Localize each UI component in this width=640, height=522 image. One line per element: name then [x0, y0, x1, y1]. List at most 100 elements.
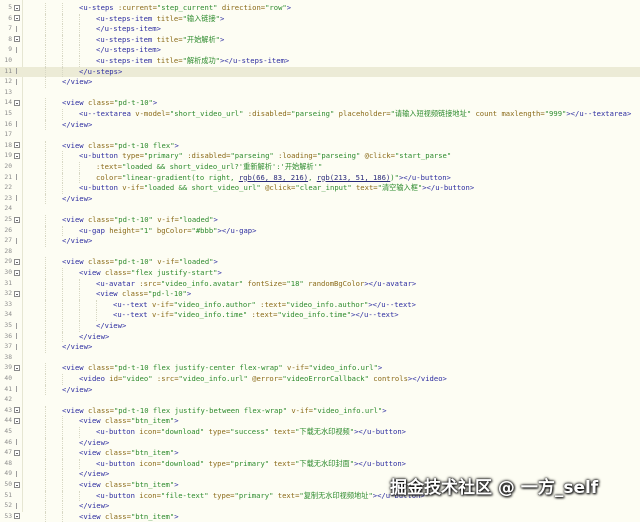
- code-line[interactable]: 46 </view>: [0, 437, 640, 449]
- fold-toggle-icon[interactable]: [14, 142, 20, 149]
- code-line[interactable]: 30 <view class="flex justify-start">: [0, 268, 640, 279]
- code-token: "success": [230, 427, 274, 436]
- code-token: <u-steps-item: [96, 34, 157, 44]
- indent-guide: [45, 289, 46, 300]
- code-line[interactable]: 41 </view>: [0, 384, 640, 396]
- code-line[interactable]: 38: [0, 353, 640, 364]
- code-line[interactable]: 9 </u-steps-item>: [0, 45, 640, 56]
- code-line[interactable]: 45 <u-button icon="download" type="succes…: [0, 427, 640, 438]
- code-token: </view>: [79, 437, 110, 447]
- code-line[interactable]: 18 <view class="pd-t-10 flex">: [0, 140, 640, 152]
- code-line[interactable]: 21 color="linear-gradient(to right, rgb(6…: [0, 172, 640, 184]
- fold-toggle-icon[interactable]: [14, 290, 20, 297]
- code-token: </view>: [62, 119, 93, 129]
- indent-guide: [79, 13, 80, 25]
- line-number: 6: [8, 14, 12, 22]
- line-number: 31: [4, 279, 12, 287]
- indent-guide: [45, 458, 46, 470]
- code-token: >: [152, 98, 158, 108]
- code-line[interactable]: 36 </view>: [0, 331, 640, 343]
- fold-toggle-icon[interactable]: [14, 513, 20, 520]
- code-token: class=: [87, 405, 114, 415]
- indent-guide: [79, 427, 80, 438]
- code-line[interactable]: 13: [0, 88, 640, 99]
- fold-toggle-icon[interactable]: [14, 481, 20, 488]
- fold-end-marker-icon: [14, 502, 20, 509]
- indent-guide: [96, 310, 97, 321]
- code-line[interactable]: 44 <view class="btn_item">: [0, 416, 640, 427]
- indent-guide: [79, 162, 80, 173]
- fold-toggle-icon[interactable]: [14, 152, 20, 159]
- fold-toggle-icon[interactable]: [14, 15, 20, 22]
- indent-guide: [79, 278, 80, 290]
- code-line[interactable]: 20:text="loaded && short_video_url?'重新解析…: [0, 162, 640, 173]
- code-line[interactable]: 28: [0, 247, 640, 258]
- code-token: <u-gap: [79, 225, 110, 235]
- fold-toggle-icon[interactable]: [14, 216, 20, 223]
- fold-toggle-icon[interactable]: [14, 36, 20, 43]
- code-token: "pd-t-10": [113, 257, 158, 267]
- code-token: "下载无水印封面": [295, 458, 355, 468]
- code-line[interactable]: 7 </u-steps-item>: [0, 24, 640, 35]
- code-line[interactable]: 53 <view class="btn_item">: [0, 511, 640, 522]
- code-line[interactable]: 12 </view>: [0, 77, 640, 88]
- code-line[interactable]: 27 </view>: [0, 236, 640, 247]
- code-line[interactable]: 42: [0, 395, 640, 406]
- code-line[interactable]: 25 <view class="pd-t-10" v-if="loaded">: [0, 215, 640, 226]
- fold-toggle-icon[interactable]: [14, 4, 20, 11]
- fold-toggle-icon[interactable]: [14, 417, 20, 424]
- line-number: 39: [4, 364, 12, 372]
- line-number: 21: [4, 173, 12, 181]
- code-line[interactable]: 52 </view>: [0, 501, 640, 512]
- fold-toggle-icon[interactable]: [14, 407, 20, 414]
- code-line[interactable]: 19 <u-button type="primary" :disabled="pa…: [0, 151, 640, 162]
- code-line[interactable]: 15 <u--textarea v-model="short_video_url"…: [0, 109, 640, 120]
- fold-toggle-icon[interactable]: [14, 269, 20, 276]
- code-line[interactable]: 14 <view class="pd-t-10">: [0, 98, 640, 109]
- code-editor[interactable]: 5 <u-steps :current="step_current" direct…: [0, 0, 640, 522]
- code-text: <u--text v-if="video_info.time" :text="v…: [113, 310, 399, 321]
- code-line[interactable]: 29 <view class="pd-t-10" v-if="loaded">: [0, 257, 640, 268]
- code-line[interactable]: 40 <video id="video" :src="video_info.url…: [0, 374, 640, 385]
- code-line[interactable]: 22 <u-button v-if="loaded && short_video_…: [0, 183, 640, 194]
- code-token: >: [186, 289, 192, 299]
- code-line[interactable]: 6 <u-steps-item title="输入链接">: [0, 13, 640, 25]
- code-token: "pd-t-10 flex": [113, 140, 175, 150]
- code-line[interactable]: 16 </view>: [0, 119, 640, 131]
- code-line[interactable]: 39 <view class="pd-t-10 flex justify-cent…: [0, 363, 640, 374]
- code-line[interactable]: 8 <u-steps-item title="开始解析">: [0, 34, 640, 46]
- code-line[interactable]: 31 <u-avatar :src="video_info.avatar" fon…: [0, 278, 640, 290]
- fold-toggle-icon[interactable]: [14, 99, 20, 106]
- indent-guide: [62, 458, 63, 470]
- code-line[interactable]: 24: [0, 204, 640, 215]
- indent-guide: [45, 437, 46, 449]
- fold-toggle-icon[interactable]: [14, 449, 20, 456]
- code-token: ,: [308, 172, 317, 182]
- code-text: <view class="btn_item">: [79, 416, 179, 427]
- code-text: </view>: [79, 501, 109, 512]
- code-line[interactable]: 34 <u--text v-if="video_info.time" :text=…: [0, 310, 640, 321]
- code-line[interactable]: 10 <u-steps-item title="解析成功"></u-steps-i…: [0, 56, 640, 67]
- code-line[interactable]: 47 <view class="btn_item">: [0, 448, 640, 459]
- code-line[interactable]: 11 </u-steps>: [0, 66, 640, 78]
- code-line[interactable]: 43 <view class="pd-t-10 flex justify-betw…: [0, 405, 640, 417]
- line-number: 35: [4, 322, 12, 329]
- code-line[interactable]: 5 <u-steps :current="step_current" direct…: [0, 3, 640, 14]
- code-line[interactable]: 26 <u-gap height="1" bgColor="#bbb"></u-g…: [0, 225, 640, 237]
- code-token: "video_info.url": [313, 405, 383, 415]
- code-text: <u-button type="primary" :disabled="pars…: [79, 151, 451, 162]
- code-line[interactable]: 17: [0, 130, 640, 141]
- code-line[interactable]: 48 <u-button icon="download" type="primar…: [0, 458, 640, 470]
- code-line[interactable]: 35 </view>: [0, 321, 640, 332]
- code-line[interactable]: 32 <view class="pd-l-10">: [0, 289, 640, 300]
- code-token: </view>: [79, 331, 110, 341]
- code-line[interactable]: 33 <u--text v-if="video_info.author" :tex…: [0, 299, 640, 311]
- code-token: :loading=: [278, 151, 318, 161]
- code-token: :src=: [139, 278, 161, 288]
- line-number: 32: [4, 290, 12, 298]
- fold-toggle-icon[interactable]: [14, 364, 20, 371]
- code-line[interactable]: 23 </view>: [0, 193, 640, 205]
- fold-toggle-icon[interactable]: [14, 258, 20, 265]
- code-token: <u-button: [96, 458, 140, 468]
- code-line[interactable]: 37 </view>: [0, 342, 640, 353]
